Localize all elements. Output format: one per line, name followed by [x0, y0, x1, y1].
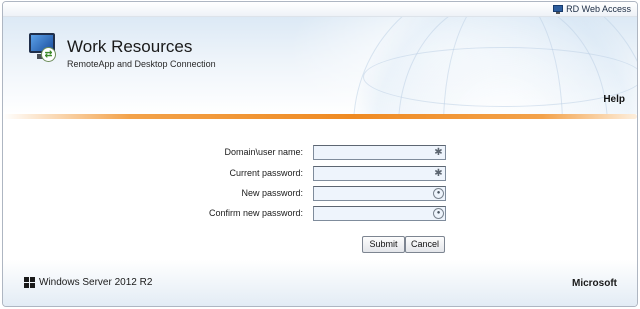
- current-password-label: Current password:: [229, 168, 303, 178]
- os-label: Windows Server 2012 R2: [39, 277, 153, 288]
- confirm-password-label: Confirm new password:: [208, 208, 303, 218]
- rd-monitor-icon: [553, 4, 564, 14]
- form-row-current-password: Current password: ✱: [3, 166, 637, 181]
- accent-divider: [3, 114, 637, 119]
- username-field[interactable]: [313, 145, 446, 160]
- remoteapp-monitor-icon: ⇄: [25, 33, 59, 65]
- page-subtitle: RemoteApp and Desktop Connection: [67, 59, 216, 69]
- header-banner: ⇄ Work Resources RemoteApp and Desktop C…: [3, 17, 637, 114]
- access-bar: RD Web Access: [3, 2, 637, 17]
- footer: Windows Server 2012 R2 Microsoft: [3, 260, 637, 306]
- rd-web-access-link[interactable]: RD Web Access: [553, 4, 631, 14]
- new-password-label: New password:: [241, 188, 303, 198]
- current-password-field[interactable]: [313, 166, 446, 181]
- confirm-password-field[interactable]: [313, 206, 446, 221]
- rd-web-access-label: RD Web Access: [566, 4, 631, 14]
- cancel-button[interactable]: Cancel: [405, 236, 445, 253]
- password-key-icon: ●: [433, 188, 444, 199]
- rd-web-access-window: RD Web Access ⇄ Work Resources RemoteApp…: [2, 1, 638, 307]
- required-asterisk-icon: ✱: [434, 147, 443, 158]
- username-label: Domain\user name:: [224, 147, 303, 157]
- form-row-confirm-password: Confirm new password: ●: [3, 206, 637, 221]
- required-asterisk-icon: ✱: [434, 168, 443, 179]
- globe-parallel: [363, 47, 637, 107]
- windows-logo-icon: [24, 277, 35, 288]
- form-row-username: Domain\user name: ✱: [3, 145, 637, 160]
- password-key-icon: ●: [433, 208, 444, 219]
- microsoft-logo: Microsoft: [572, 278, 617, 289]
- new-password-field[interactable]: [313, 186, 446, 201]
- submit-button[interactable]: Submit: [362, 236, 405, 253]
- page-title: Work Resources: [67, 37, 193, 56]
- help-link[interactable]: Help: [603, 94, 625, 105]
- form-row-new-password: New password: ●: [3, 186, 637, 201]
